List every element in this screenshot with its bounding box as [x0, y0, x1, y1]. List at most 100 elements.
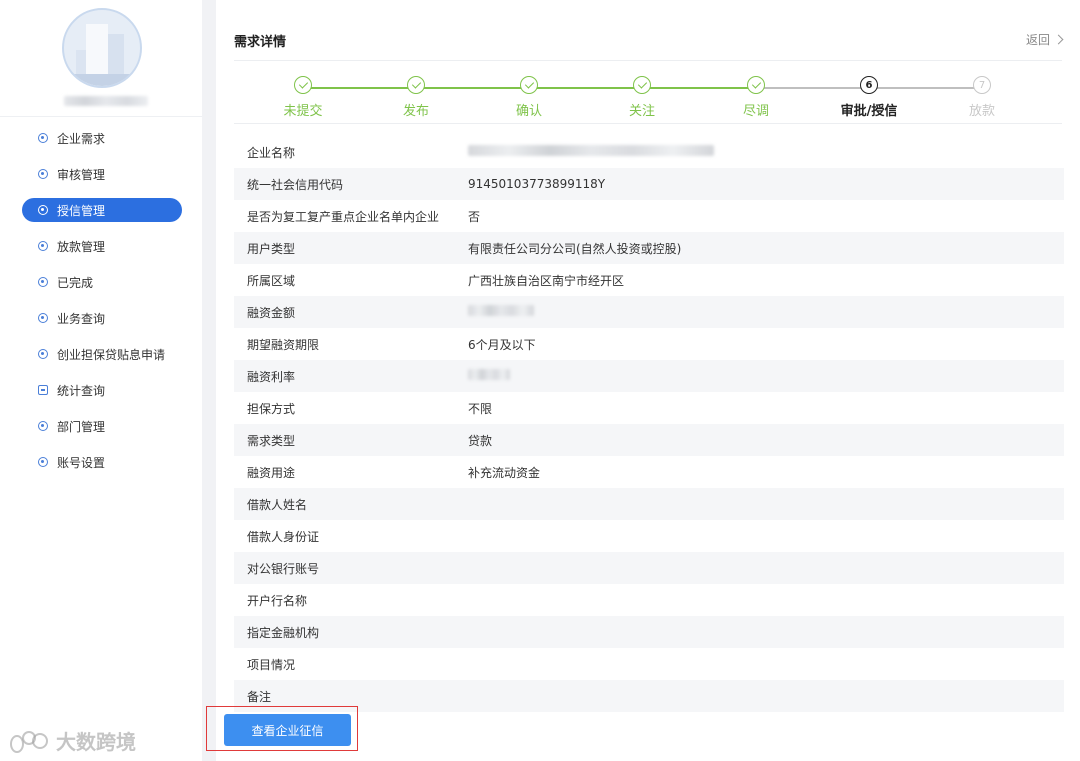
- row-label: 需求类型: [247, 433, 296, 448]
- button-highlight-box: 查看企业征信: [206, 706, 358, 751]
- table-row: 借款人姓名: [234, 488, 1064, 520]
- gear-icon: [38, 457, 48, 467]
- sidebar-item-account-settings[interactable]: 账号设置: [22, 450, 182, 474]
- main-panel: 需求详情 返回 未提交 发布 确认 关注 尽调 6 审批/授信 7 放款 企业名…: [206, 0, 1080, 761]
- table-row: 指定金融机构: [234, 616, 1064, 648]
- sidebar-item-credit-management[interactable]: 授信管理: [22, 198, 182, 222]
- table-row: 需求类型 贷款: [234, 424, 1064, 456]
- table-row: 融资用途 补充流动资金: [234, 456, 1064, 488]
- sidebar-item-label: 部门管理: [57, 419, 106, 434]
- avatar-image: [62, 8, 142, 88]
- row-value: 否: [468, 209, 481, 224]
- table-row: 借款人身份证: [234, 520, 1064, 552]
- row-value: 6个月及以下: [468, 337, 536, 352]
- row-label: 担保方式: [247, 401, 296, 416]
- step-label: 放款: [968, 104, 995, 119]
- row-label: 用户类型: [247, 241, 296, 256]
- step-label: 关注: [628, 104, 655, 119]
- row-label: 融资用途: [247, 465, 296, 480]
- row-label: 企业名称: [247, 145, 296, 160]
- table-row: 开户行名称: [234, 584, 1064, 616]
- row-value: 补充流动资金: [468, 465, 541, 480]
- sidebar-item-enterprise-demand[interactable]: 企业需求: [22, 126, 182, 150]
- row-label: 项目情况: [247, 657, 296, 672]
- table-row: 融资金额: [234, 296, 1064, 328]
- step-number: 6: [860, 76, 878, 94]
- target-icon: [38, 349, 48, 359]
- steps-divider: [234, 123, 1062, 124]
- row-label: 期望融资期限: [247, 337, 320, 352]
- sidebar-item-label: 授信管理: [57, 203, 106, 218]
- table-row: 对公银行账号: [234, 552, 1064, 584]
- table-row: 期望融资期限 6个月及以下: [234, 328, 1064, 360]
- detail-table: 企业名称 统一社会信用代码 91450103773899118Y 是否为复工复产…: [234, 136, 1064, 712]
- step-label: 确认: [515, 104, 542, 119]
- watermark-text: 大数跨境: [56, 729, 136, 754]
- row-value: 贷款: [468, 433, 493, 448]
- row-value: 91450103773899118Y: [468, 177, 606, 191]
- check-icon: [407, 76, 425, 94]
- gear-icon: [38, 241, 48, 251]
- sidebar-item-department-management[interactable]: 部门管理: [22, 414, 182, 438]
- sidebar-item-label: 审核管理: [57, 167, 106, 182]
- row-label: 借款人姓名: [247, 497, 308, 512]
- watermark: 大数跨境: [10, 726, 136, 754]
- table-row: 备注: [234, 680, 1064, 712]
- row-value: 不限: [468, 401, 493, 416]
- watermark-logo-icon: [10, 729, 50, 753]
- row-label: 融资金额: [247, 305, 296, 320]
- progress-steps: 未提交 发布 确认 关注 尽调 6 审批/授信 7 放款: [234, 76, 1062, 124]
- back-link[interactable]: 返回: [1025, 31, 1064, 48]
- step-number: 7: [973, 76, 991, 94]
- table-row: 统一社会信用代码 91450103773899118Y: [234, 168, 1064, 200]
- sidebar-item-completed[interactable]: 已完成: [22, 270, 182, 294]
- avatar[interactable]: [62, 8, 142, 88]
- chevron-right-icon: [1053, 34, 1064, 45]
- step-label: 尽调: [742, 104, 769, 119]
- table-row: 用户类型 有限责任公司分公司(自然人投资或控股): [234, 232, 1064, 264]
- back-link-label: 返回: [1025, 33, 1050, 47]
- gear-icon: [38, 205, 48, 215]
- row-label: 指定金融机构: [247, 625, 320, 640]
- page-title: 需求详情: [234, 35, 287, 50]
- company-name-redacted: [468, 145, 714, 159]
- gear-icon: [38, 133, 48, 143]
- step-3: 确认: [479, 76, 579, 119]
- edit-icon: [38, 385, 48, 395]
- sidebar-item-business-query[interactable]: 业务查询: [22, 306, 182, 330]
- table-row: 担保方式 不限: [234, 392, 1064, 424]
- row-label: 融资利率: [247, 369, 296, 384]
- sidebar-item-loan-subsidy[interactable]: 创业担保贷贴息申请: [22, 342, 182, 366]
- row-label: 是否为复工复产重点企业名单内企业: [247, 209, 440, 224]
- table-row: 融资利率: [234, 360, 1064, 392]
- sidebar-item-label: 统计查询: [57, 383, 106, 398]
- sidebar-item-review-management[interactable]: 审核管理: [22, 162, 182, 186]
- check-icon: [747, 76, 765, 94]
- gear-icon: [38, 421, 48, 431]
- check-icon: [633, 76, 651, 94]
- table-row: 所属区域 广西壮族自治区南宁市经开区: [234, 264, 1064, 296]
- step-label: 未提交: [283, 104, 323, 119]
- sidebar-item-label: 业务查询: [57, 311, 106, 326]
- row-label: 对公银行账号: [247, 561, 320, 576]
- row-label: 统一社会信用代码: [247, 177, 344, 192]
- step-label: 审批/授信: [840, 104, 898, 119]
- sidebar-item-loan-management[interactable]: 放款管理: [22, 234, 182, 258]
- step-1: 未提交: [253, 76, 353, 119]
- sidebar-divider: [0, 116, 202, 117]
- rate-redacted: [468, 369, 510, 383]
- row-value: 有限责任公司分公司(自然人投资或控股): [468, 241, 682, 256]
- table-row: 是否为复工复产重点企业名单内企业 否: [234, 200, 1064, 232]
- table-row: 项目情况: [234, 648, 1064, 680]
- coin-icon: [38, 313, 48, 323]
- step-5: 尽调: [706, 76, 806, 119]
- target-icon: [38, 277, 48, 287]
- title-divider: [234, 60, 1062, 61]
- step-4: 关注: [592, 76, 692, 119]
- sidebar-menu: 企业需求 审核管理 授信管理 放款管理 已完成 业务查询 创业担保贷贴息申请 统…: [22, 126, 182, 486]
- sidebar-item-statistics-query[interactable]: 统计查询: [22, 378, 182, 402]
- step-label: 发布: [402, 104, 429, 119]
- sidebar-item-label: 企业需求: [57, 131, 106, 146]
- sidebar: 企业需求 审核管理 授信管理 放款管理 已完成 业务查询 创业担保贷贴息申请 统…: [0, 0, 202, 761]
- view-credit-button[interactable]: 查看企业征信: [224, 714, 351, 746]
